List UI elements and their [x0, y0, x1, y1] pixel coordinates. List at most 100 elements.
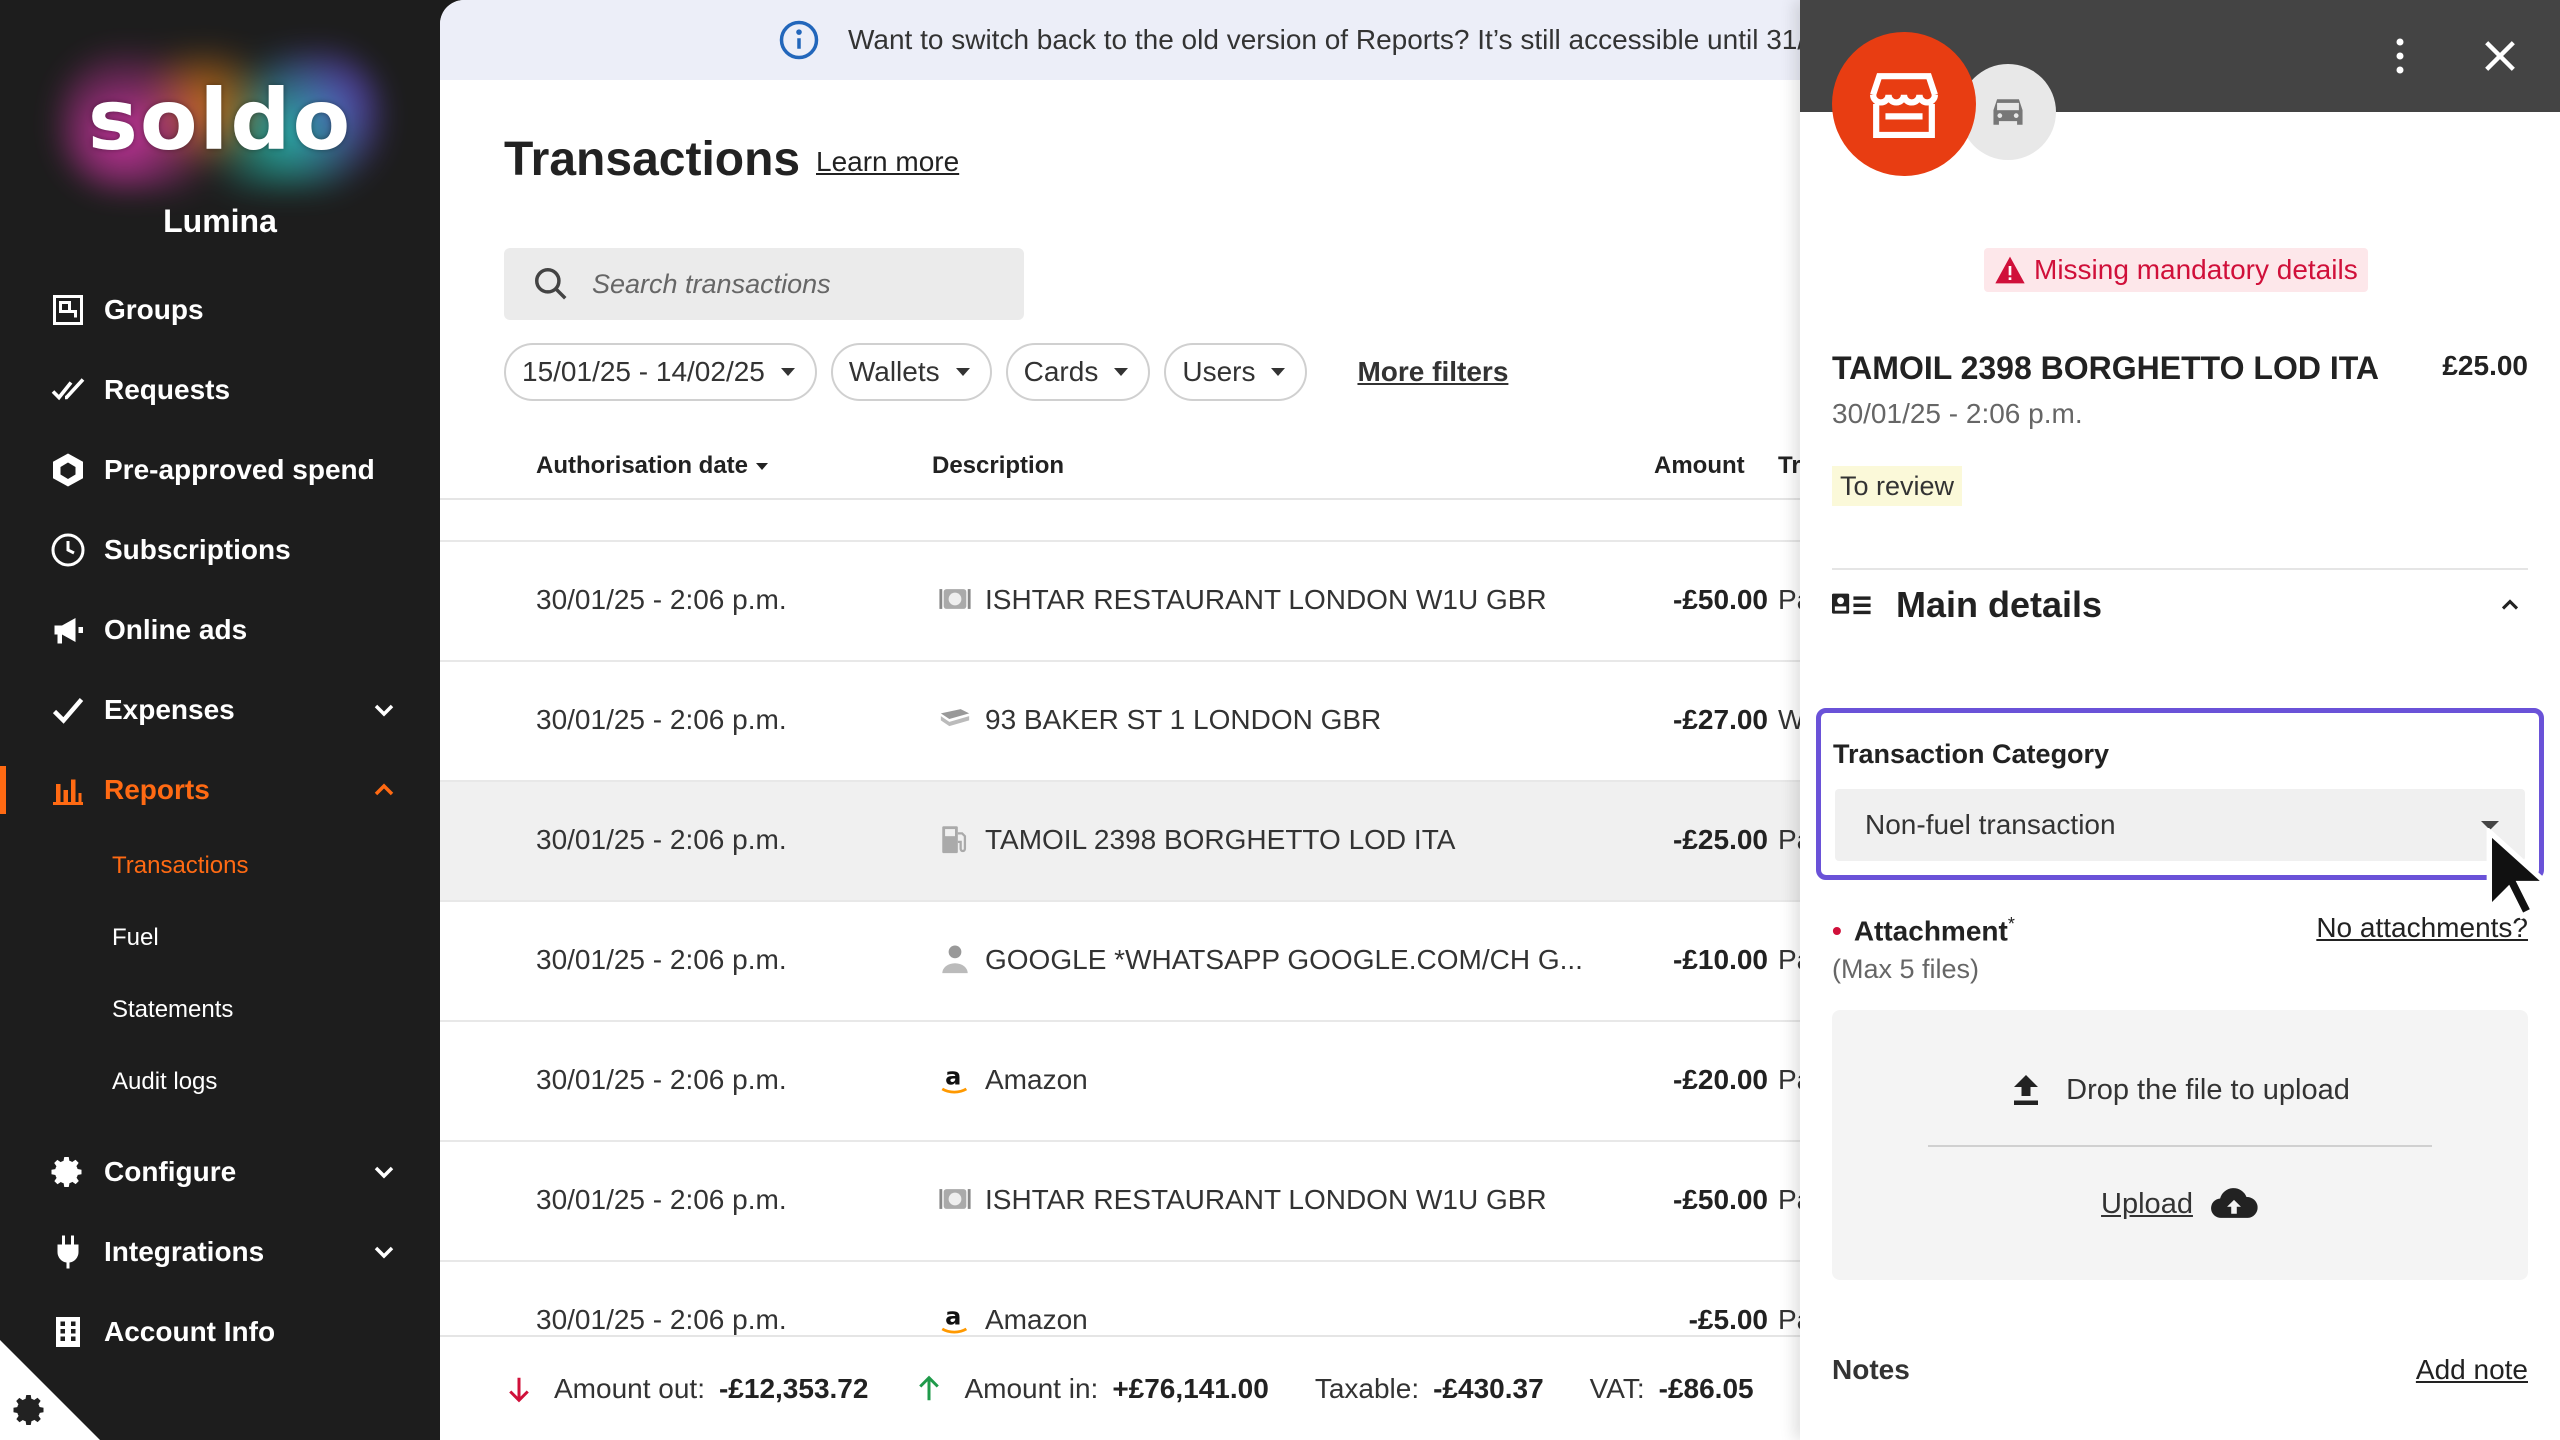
sidebar-item-expenses[interactable]: Expenses — [0, 670, 440, 750]
logo-text: soldo — [87, 71, 353, 169]
transaction-detail-panel: Missing mandatory details TAMOIL 2398 BO… — [1800, 0, 2560, 1440]
row-description: ISHTAR RESTAURANT LONDON W1U GBR — [985, 1184, 1547, 1215]
plug-icon — [48, 1232, 88, 1272]
amazon-icon: a — [941, 1303, 968, 1334]
date-range-value: 15/01/25 - 14/02/25 — [522, 356, 765, 387]
building-icon — [48, 1312, 88, 1352]
row-amount: -£10.00 — [1673, 944, 1768, 975]
sidebar-item-reports[interactable]: Reports — [0, 750, 440, 830]
table-row[interactable]: 30/01/25 - 2:06 p.m. ISHTAR RESTAURANT L… — [440, 1142, 1800, 1262]
sidebar-subitem-audit-logs[interactable]: Audit logs — [0, 1046, 440, 1118]
reports-icon — [48, 770, 88, 810]
cloud-upload-icon — [2211, 1188, 2258, 1218]
vat-total: VAT: -£86.05 — [1590, 1373, 1754, 1405]
missing-details-warning: Missing mandatory details — [1984, 248, 2368, 292]
column-header-description[interactable]: Description — [932, 452, 1064, 480]
chevron-down-icon — [374, 1246, 394, 1259]
table-row[interactable]: 30/01/25 - 2:06 p.m. GOOGLE *WHATSAPP GO… — [440, 902, 1800, 1022]
drop-text: Drop the file to upload — [2066, 1073, 2350, 1106]
row-date: 30/01/25 - 2:06 p.m. — [536, 1304, 787, 1335]
sidebar-subitem-fuel[interactable]: Fuel — [0, 902, 440, 974]
transaction-date: 30/01/25 - 2:06 p.m. — [1832, 398, 2083, 429]
row-date: 30/01/25 - 2:06 p.m. — [536, 1184, 787, 1215]
add-note-link[interactable]: Add note — [2416, 1354, 2528, 1386]
sidebar-item-requests[interactable]: Requests — [0, 350, 440, 430]
table-header: Authorisation date Description Amount Tr — [440, 430, 1800, 500]
row-type: W — [1778, 704, 1800, 735]
file-drop-zone[interactable]: Drop the file to upload Upload — [1832, 1010, 2528, 1280]
wallets-filter[interactable]: Wallets — [830, 343, 992, 401]
row-description: ISHTAR RESTAURANT LONDON W1U GBR — [985, 584, 1547, 615]
sidebar-item-pre-approved-spend[interactable]: Pre-approved spend — [0, 430, 440, 510]
svg-text:a: a — [945, 1063, 961, 1091]
arrow-up-icon — [919, 1375, 940, 1400]
row-amount: -£5.00 — [1688, 1304, 1768, 1335]
table-row[interactable]: 30/01/25 - 2:06 p.m. ISHTAR RESTAURANT L… — [440, 542, 1800, 662]
transaction-category-select[interactable]: Non-fuel transaction — [1835, 789, 2525, 861]
subscriptions-icon — [48, 530, 88, 570]
amount-in-value: +£76,141.00 — [1112, 1372, 1269, 1404]
transaction-amount: £25.00 — [2442, 350, 2528, 381]
groups-icon — [48, 290, 88, 330]
sidebar-item-label: Subscriptions — [104, 534, 291, 565]
row-description: Amazon — [985, 1064, 1088, 1095]
settings-gear-icon[interactable] — [12, 1392, 48, 1428]
required-asterisk: * — [2007, 914, 2015, 934]
cards-filter[interactable]: Cards — [1005, 343, 1151, 401]
date-range-filter[interactable]: 15/01/25 - 14/02/25 — [504, 343, 817, 401]
caret-down-icon — [1114, 368, 1129, 376]
main-details-header[interactable]: Main details — [1832, 580, 2532, 630]
merchant-name: TAMOIL 2398 BORGHETTO LOD ITA — [1832, 350, 2380, 386]
attachment-label-text: Attachment — [1853, 915, 2008, 947]
search-icon — [535, 268, 567, 300]
amount-out-label: Amount out: — [554, 1372, 705, 1404]
more-filters-link[interactable]: More filters — [1357, 356, 1508, 388]
table-row[interactable]: 30/01/25 - 2:06 p.m. a Amazon -£20.00 Pa — [440, 1022, 1800, 1142]
sidebar-subitem-statements[interactable]: Statements — [0, 974, 440, 1046]
sidebar-subitem-transactions[interactable]: Transactions — [0, 830, 440, 902]
sidebar-item-account-info[interactable]: Account Info — [0, 1292, 440, 1372]
column-header-type[interactable]: Tr — [1778, 452, 1800, 480]
row-amount: -£20.00 — [1673, 1064, 1768, 1095]
row-date: 30/01/25 - 2:06 p.m. — [536, 824, 787, 855]
learn-more-link[interactable]: Learn more — [816, 146, 959, 178]
sidebar-item-label: Expenses — [104, 694, 235, 725]
info-icon — [779, 20, 819, 60]
amazon-icon: a — [941, 1063, 968, 1094]
soldo-logo[interactable]: soldo — [60, 50, 380, 190]
table-row[interactable]: 30/01/25 - 2:06 p.m. 93 BAKER ST 1 LONDO… — [440, 662, 1800, 782]
more-options-icon[interactable] — [2390, 36, 2410, 76]
taxable-total: Taxable: -£430.37 — [1315, 1373, 1544, 1405]
sidebar: soldo Lumina Groups Requests Pre-approve… — [0, 0, 440, 1440]
row-description: GOOGLE *WHATSAPP GOOGLE.COM/CH G... — [985, 944, 1583, 975]
sidebar-item-configure[interactable]: Configure — [0, 1132, 440, 1212]
column-header-amount[interactable]: Amount — [1654, 452, 1745, 480]
upload-label: Upload — [2101, 1187, 2193, 1220]
row-amount: -£27.00 — [1673, 704, 1768, 735]
required-dot: • — [1832, 915, 1842, 947]
amount-in-total: Amount in: +£76,141.00 — [914, 1372, 1269, 1406]
sidebar-item-subscriptions[interactable]: Subscriptions — [0, 510, 440, 590]
main-nav: Groups Requests Pre-approved spend Subsc… — [0, 270, 440, 1372]
search-input[interactable] — [592, 268, 992, 300]
upload-button[interactable]: Upload — [1832, 1186, 2528, 1222]
close-icon[interactable] — [2480, 36, 2520, 76]
sidebar-item-online-ads[interactable]: Online ads — [0, 590, 440, 670]
column-header-date[interactable]: Authorisation date — [536, 452, 769, 480]
row-amount: -£50.00 — [1673, 584, 1768, 615]
person-icon — [942, 945, 968, 974]
users-label: Users — [1182, 356, 1256, 387]
row-description: Amazon — [985, 1304, 1088, 1335]
amount-out-value: -£12,353.72 — [718, 1372, 869, 1404]
table-row-selected[interactable]: 30/01/25 - 2:06 p.m. TAMOIL 2398 BORGHET… — [440, 782, 1800, 902]
caret-down-icon — [955, 368, 970, 376]
merchant-store-icon — [1832, 32, 1976, 176]
sidebar-item-integrations[interactable]: Integrations — [0, 1212, 440, 1292]
chevron-up-icon[interactable] — [2496, 591, 2524, 619]
chevron-up-icon — [374, 783, 394, 796]
search-box[interactable] — [504, 248, 1024, 320]
row-description: TAMOIL 2398 BORGHETTO LOD ITA — [985, 824, 1456, 855]
users-filter[interactable]: Users — [1164, 343, 1308, 401]
mouse-cursor-icon — [2486, 828, 2554, 920]
sidebar-item-groups[interactable]: Groups — [0, 270, 440, 350]
